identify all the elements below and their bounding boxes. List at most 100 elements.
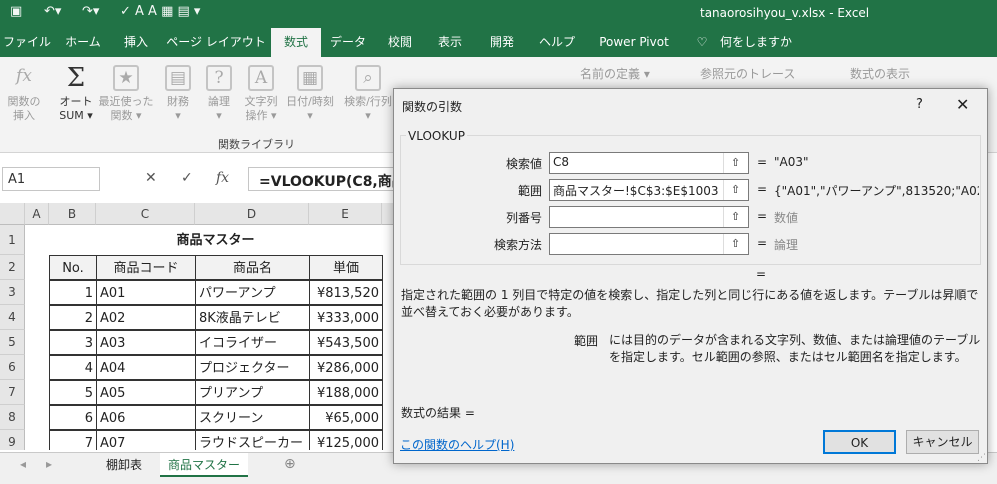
scroll-left-icon[interactable]: ◂ — [20, 457, 26, 471]
date-time-button[interactable]: ▦ 日付/時刻 ▾ — [282, 65, 338, 123]
cell-code[interactable]: A03 — [96, 330, 196, 355]
function-help-link[interactable]: この関数のヘルプ(H) — [400, 436, 514, 453]
tab-data[interactable]: データ — [324, 28, 372, 57]
cell-no[interactable]: 7 — [49, 430, 97, 450]
sheet-tab-inventory[interactable]: 棚卸表 — [98, 453, 150, 477]
header-cell-price[interactable]: 単価 — [309, 255, 383, 280]
column-header-a[interactable]: A — [25, 203, 49, 225]
row-header-3[interactable]: 3 — [0, 280, 25, 305]
column-header-e[interactable]: E — [309, 203, 382, 225]
cell-price[interactable]: ¥125,000 — [309, 430, 383, 450]
tab-formulas[interactable]: 数式 — [271, 28, 321, 57]
cell-name[interactable]: 8K液晶テレビ — [195, 305, 310, 330]
tab-view[interactable]: 表示 — [428, 28, 472, 57]
row-header-1[interactable]: 1 — [0, 225, 25, 255]
cell-code[interactable]: A05 — [96, 380, 196, 405]
cell-no[interactable]: 1 — [49, 280, 97, 305]
cell-price[interactable]: ¥188,000 — [309, 380, 383, 405]
ok-button[interactable]: OK — [823, 430, 896, 454]
formula-input[interactable]: =VLOOKUP(C8,商品 — [248, 167, 398, 191]
tell-me-search[interactable]: 何をしますか — [716, 28, 796, 57]
worksheet-grid[interactable]: A B C D E 1 2 3 4 5 6 7 8 9 商品マスター No. 商… — [0, 203, 400, 450]
column-header-d[interactable]: D — [195, 203, 309, 225]
cell-price[interactable]: ¥543,500 — [309, 330, 383, 355]
tab-power-pivot[interactable]: Power Pivot — [590, 28, 678, 57]
recent-functions-button[interactable]: ★ 最近使った 関数 ▾ — [98, 65, 154, 123]
row-header-5[interactable]: 5 — [0, 330, 25, 355]
cell-price[interactable]: ¥286,000 — [309, 355, 383, 380]
cell-code[interactable]: A04 — [96, 355, 196, 380]
row-header-7[interactable]: 7 — [0, 380, 25, 405]
column-header-b[interactable]: B — [49, 203, 96, 225]
cell-code[interactable]: A06 — [96, 405, 196, 430]
cell-name[interactable]: ラウドスピーカー — [195, 430, 310, 450]
tab-review[interactable]: 校閲 — [378, 28, 422, 57]
resize-grip-icon[interactable]: ⋰ — [977, 453, 986, 463]
help-icon[interactable]: ? — [916, 97, 923, 112]
define-name-button[interactable]: 名前の定義 ▾ — [580, 65, 650, 82]
range-lookup-input[interactable] — [549, 233, 749, 255]
insert-function-button[interactable]: fx 関数の 挿入 — [2, 65, 46, 123]
text-button[interactable]: A 文字列 操作 ▾ — [240, 65, 282, 123]
financial-button[interactable]: ▤ 財務 ▾ — [158, 65, 198, 123]
autosum-button[interactable]: Σ オート SUM ▾ — [52, 65, 100, 123]
cell-no[interactable]: 3 — [49, 330, 97, 355]
fx-icon[interactable]: fx — [216, 170, 229, 186]
header-cell-code[interactable]: 商品コード — [96, 255, 196, 280]
cell-name[interactable]: プリアンプ — [195, 380, 310, 405]
tab-file[interactable]: ファイル — [2, 28, 52, 57]
row-header-4[interactable]: 4 — [0, 305, 25, 330]
cell-price[interactable]: ¥65,000 — [309, 405, 383, 430]
cell-no[interactable]: 6 — [49, 405, 97, 430]
select-all-corner[interactable] — [0, 203, 25, 225]
cell-no[interactable]: 4 — [49, 355, 97, 380]
header-cell-name[interactable]: 商品名 — [195, 255, 310, 280]
cell-code[interactable]: A01 — [96, 280, 196, 305]
add-sheet-icon[interactable]: ⊕ — [284, 456, 296, 472]
sheet-tab-product-master[interactable]: 商品マスター — [160, 453, 249, 477]
cell-code[interactable]: A07 — [96, 430, 196, 450]
trace-precedents-button[interactable]: 参照元のトレース — [700, 65, 795, 82]
collapse-dialog-icon[interactable]: ⇧ — [723, 180, 747, 200]
row-header-6[interactable]: 6 — [0, 355, 25, 380]
tab-home[interactable]: ホーム — [58, 28, 108, 57]
sheet-title-cell[interactable]: 商品マスター — [49, 227, 382, 255]
tab-developer[interactable]: 開発 — [480, 28, 524, 57]
quick-access-icons[interactable]: ✓ A A ▦ ▤ ▾ — [120, 4, 200, 19]
tab-help[interactable]: ヘルプ — [532, 28, 582, 57]
row-header-9[interactable]: 9 — [0, 430, 25, 450]
cell-code[interactable]: A02 — [96, 305, 196, 330]
tab-page-layout[interactable]: ページ レイアウト — [164, 28, 268, 57]
redo-icon[interactable]: ↷▾ — [82, 4, 99, 19]
cell-name[interactable]: イコライザー — [195, 330, 310, 355]
lookup-value-input[interactable]: C8 — [549, 152, 749, 174]
save-icon[interactable]: ▣ — [10, 4, 22, 19]
row-header-8[interactable]: 8 — [0, 405, 25, 430]
collapse-dialog-icon[interactable]: ⇧ — [723, 234, 747, 254]
cell-no[interactable]: 2 — [49, 305, 97, 330]
undo-icon[interactable]: ↶▾ — [44, 4, 61, 19]
lookup-reference-button[interactable]: ⌕ 検索/行列 ▾ — [340, 65, 396, 123]
header-cell-no[interactable]: No. — [49, 255, 97, 280]
collapse-dialog-icon[interactable]: ⇧ — [723, 153, 747, 173]
table-array-input[interactable]: 商品マスター!$C$3:$E$1003 — [549, 179, 749, 201]
collapse-dialog-icon[interactable]: ⇧ — [723, 207, 747, 227]
cell-no[interactable]: 5 — [49, 380, 97, 405]
cancel-icon[interactable]: ✕ — [145, 170, 157, 186]
cell-price[interactable]: ¥813,520 — [309, 280, 383, 305]
cell-name[interactable]: パワーアンプ — [195, 280, 310, 305]
logical-button[interactable]: ? 論理 ▾ — [199, 65, 239, 123]
row-header-2[interactable]: 2 — [0, 255, 25, 280]
tab-insert[interactable]: 挿入 — [114, 28, 158, 57]
col-index-input[interactable] — [549, 206, 749, 228]
cell-price[interactable]: ¥333,000 — [309, 305, 383, 330]
enter-icon[interactable]: ✓ — [181, 170, 193, 186]
column-header-c[interactable]: C — [96, 203, 195, 225]
scroll-right-icon[interactable]: ▸ — [46, 457, 52, 471]
close-icon[interactable]: ✕ — [956, 95, 969, 114]
name-box[interactable]: A1 — [2, 167, 100, 191]
cell-name[interactable]: プロジェクター — [195, 355, 310, 380]
cancel-button[interactable]: キャンセル — [906, 430, 979, 454]
cell-name[interactable]: スクリーン — [195, 405, 310, 430]
show-formulas-button[interactable]: 数式の表示 — [850, 65, 910, 82]
